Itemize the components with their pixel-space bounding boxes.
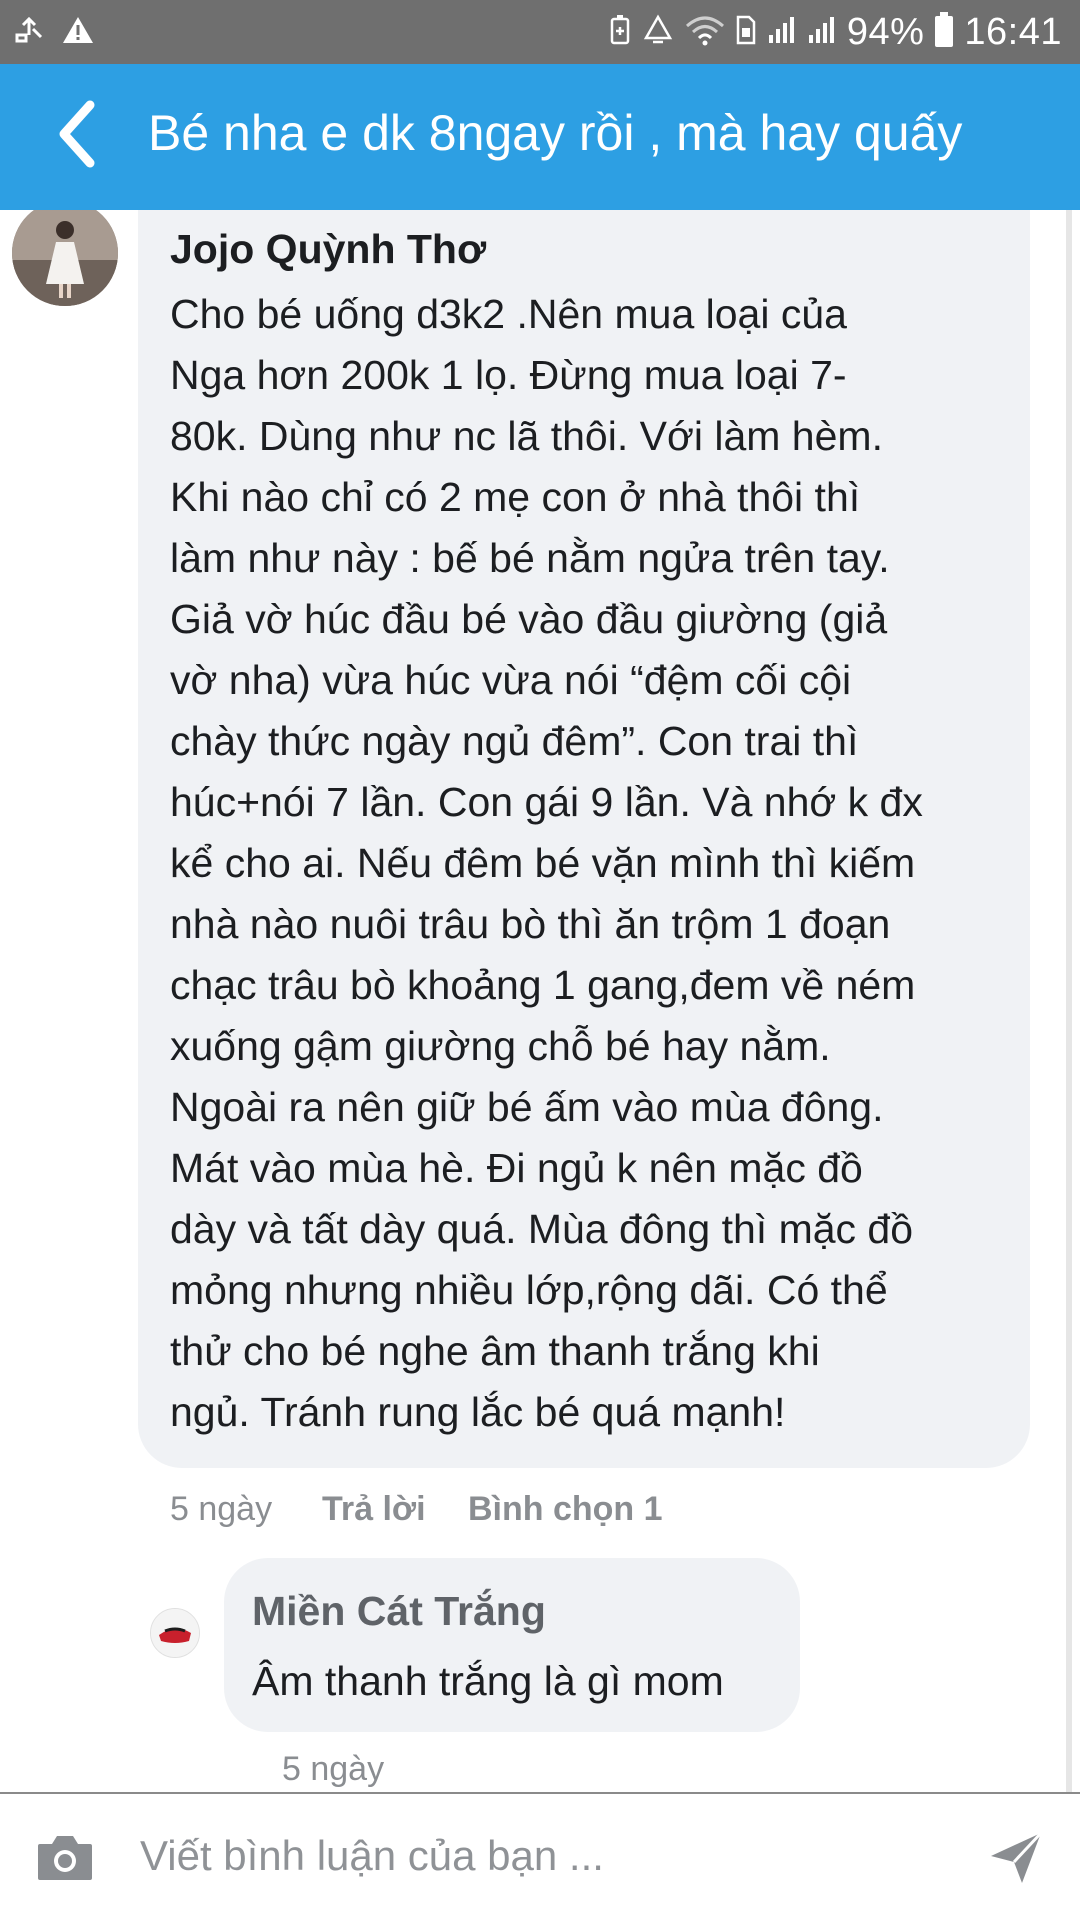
comment-timestamp: 5 ngày <box>170 1490 273 1528</box>
comment-line: mỏng nhưng nhiều lớp,rộng dãi. Có thể <box>170 1267 888 1313</box>
battery-percent: 94% <box>846 10 925 53</box>
comment-line: làm như này : bế bé nằm ngửa trên tay. <box>170 535 890 581</box>
profile-photo <box>12 210 118 306</box>
reply-bubble: Miền Cát Trắng Âm thanh trắng là gì mom <box>224 1558 800 1732</box>
recycle-icon <box>641 13 675 51</box>
avatar[interactable] <box>12 210 118 306</box>
status-bar: 94% 16:41 <box>0 0 1080 64</box>
comment-line: kể cho ai. Nếu đêm bé vặn mình thì kiếm <box>170 840 916 886</box>
clock: 16:41 <box>964 10 1062 53</box>
reply-timestamp: 5 ngày <box>282 1750 385 1788</box>
comment-line: Mát vào mùa hè. Đi ngủ k nên mặc đồ <box>170 1145 863 1191</box>
send-button[interactable] <box>988 1830 1044 1886</box>
comment-line: Khi nào chỉ có 2 mẹ con ở nhà thôi thì <box>170 474 861 520</box>
comment-composer <box>0 1792 1080 1922</box>
profile-photo <box>151 1609 199 1657</box>
comment-line: chạc trâu bò khoảng 1 gang,đem về ném <box>170 962 916 1008</box>
comment-line: nhà nào nuôi trâu bò thì ăn trộm 1 đoạn <box>170 901 891 947</box>
app-bar: Bé nha e dk 8ngay rồi , mà hay quấy <box>0 64 1080 210</box>
vote-button[interactable]: Bình chọn 1 <box>468 1490 663 1529</box>
sim-icon <box>735 14 757 51</box>
comment-line: húc+nói 7 lần. Con gái 9 lần. Và nhớ k đ… <box>170 779 923 825</box>
comment-line: vờ nha) vừa húc vừa nói “đệm cối cội <box>170 657 852 703</box>
comment-line: Ngoài ra nên giữ bé ấm vào mùa đông. <box>170 1084 884 1130</box>
status-bar-left <box>14 12 94 52</box>
page-title: Bé nha e dk 8ngay rồi , mà hay quấy <box>148 105 963 161</box>
comment-line: Giả vờ húc đầu bé vào đầu giường (giả <box>170 596 888 642</box>
battery-icon <box>934 11 954 53</box>
comment-bubble: Jojo Quỳnh Thơ Cho bé uống d3k2 .Nên mua… <box>138 210 1030 1468</box>
comment-line: thử cho bé nghe âm thanh trắng khi <box>170 1328 820 1374</box>
warning-icon <box>62 15 94 50</box>
reply-text: Âm thanh trắng là gì mom <box>252 1658 724 1704</box>
comment-line: 80k. Dùng như nc lã thôi. Với làm hèm. <box>170 413 883 459</box>
comment-line: Nga hơn 200k 1 lọ. Đừng mua loại 7- <box>170 352 847 398</box>
battery-saver-icon <box>609 14 631 51</box>
reply-author[interactable]: Miền Cát Trắng <box>252 1588 546 1635</box>
camera-button[interactable] <box>36 1832 94 1882</box>
back-button[interactable] <box>36 94 116 174</box>
comment-text: Cho bé uống d3k2 .Nên mua loại của Nga h… <box>170 284 1010 1443</box>
send-icon <box>991 1831 1043 1883</box>
comment-input[interactable] <box>140 1820 940 1892</box>
status-bar-right: 94% 16:41 <box>609 10 1062 54</box>
scrollbar[interactable] <box>1066 210 1072 1792</box>
comment-line: xuống gậm giường chỗ bé hay nằm. <box>170 1023 831 1069</box>
comment-line: ngủ. Tránh rung lắc bé quá mạnh! <box>170 1389 786 1435</box>
signal-icon <box>767 15 797 50</box>
comment-line: Cho bé uống d3k2 .Nên mua loại của <box>170 291 847 337</box>
comment-author[interactable]: Jojo Quỳnh Thơ <box>170 226 486 273</box>
avatar[interactable] <box>150 1608 200 1658</box>
wifi-icon <box>685 14 725 51</box>
comments-thread[interactable]: Jojo Quỳnh Thơ Cho bé uống d3k2 .Nên mua… <box>0 210 1080 1792</box>
camera-icon <box>38 1836 92 1880</box>
reply-button[interactable]: Trả lời <box>322 1490 426 1529</box>
comment-line: dày và tất dày quá. Mùa đông thì mặc đồ <box>170 1206 914 1252</box>
signal-icon <box>807 15 837 50</box>
usb-icon <box>14 15 44 50</box>
comment-line: chày thức ngày ngủ đêm”. Con trai thì <box>170 718 859 764</box>
chevron-left-icon <box>59 100 95 168</box>
